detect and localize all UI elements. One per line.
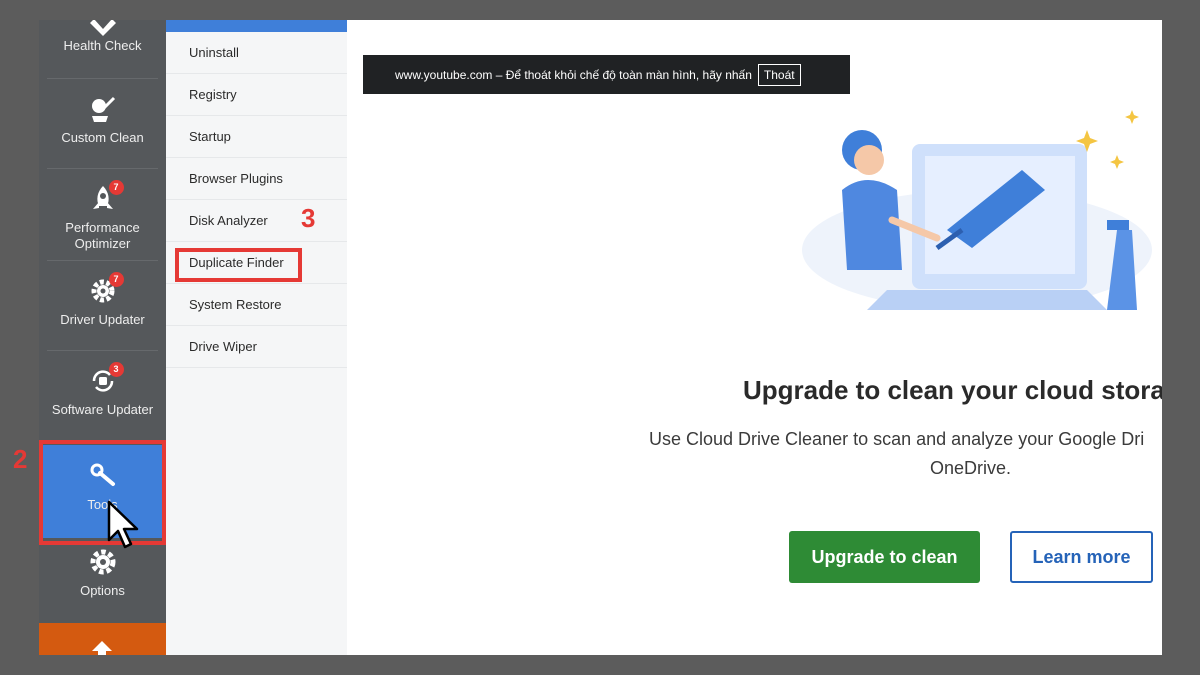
sidebar-item-driver-updater[interactable]: 7 Driver Updater bbox=[39, 272, 166, 336]
highlight-box-duplicate-finder bbox=[175, 248, 302, 282]
notification-badge: 3 bbox=[108, 362, 124, 377]
sidebar-item-health-check[interactable]: Health Check bbox=[39, 20, 166, 64]
upgrade-to-clean-button[interactable]: Upgrade to clean bbox=[789, 531, 980, 583]
sidebar-item-label: Options bbox=[80, 583, 125, 598]
submenu-item-drive-wiper[interactable]: Drive Wiper bbox=[166, 326, 347, 368]
submenu-item-disk-analyzer[interactable]: Disk Analyzer bbox=[166, 200, 347, 242]
arrow-up-icon bbox=[92, 641, 112, 655]
gear-icon: 7 bbox=[88, 272, 124, 306]
submenu-item-startup[interactable]: Startup bbox=[166, 116, 347, 158]
settings-icon bbox=[88, 547, 118, 577]
fullscreen-banner-text: www.youtube.com – Để thoát khỏi chế độ t… bbox=[395, 67, 752, 82]
submenu-item-uninstall[interactable]: Uninstall bbox=[166, 32, 347, 74]
sidebar-item-label: Custom Clean bbox=[61, 130, 144, 145]
main-content: www.youtube.com – Để thoát khỏi chế độ t… bbox=[347, 20, 1162, 655]
promo-description-line2: OneDrive. bbox=[930, 458, 1012, 478]
fullscreen-banner: www.youtube.com – Để thoát khỏi chế độ t… bbox=[363, 55, 850, 94]
divider bbox=[47, 350, 158, 351]
sidebar-item-software-updater[interactable]: 3 Software Updater bbox=[39, 362, 166, 426]
notification-badge: 7 bbox=[108, 272, 124, 287]
sidebar: Health Check Custom Clean 7 Performance … bbox=[39, 20, 166, 655]
sidebar-item-performance-optimizer[interactable]: 7 Performance Optimizer bbox=[39, 180, 166, 254]
submenu-accent-bar bbox=[166, 20, 347, 32]
promo-description: Use Cloud Drive Cleaner to scan and anal… bbox=[649, 429, 1145, 449]
rocket-icon: 7 bbox=[88, 180, 124, 214]
submenu-item-registry[interactable]: Registry bbox=[166, 74, 347, 116]
sidebar-item-label: Software Updater bbox=[51, 402, 154, 417]
mouse-cursor-icon bbox=[107, 500, 139, 549]
exit-fullscreen-button[interactable]: Thoát bbox=[757, 63, 801, 86]
divider bbox=[47, 78, 158, 79]
sidebar-item-options[interactable]: Options bbox=[39, 547, 166, 607]
custom-clean-icon bbox=[88, 94, 118, 124]
sidebar-item-label: Driver Updater bbox=[60, 312, 145, 327]
submenu-item-system-restore[interactable]: System Restore bbox=[166, 284, 347, 326]
cloud-cleaner-illustration bbox=[802, 110, 1152, 310]
learn-more-button[interactable]: Learn more bbox=[1010, 531, 1153, 583]
upgrade-strip[interactable] bbox=[39, 623, 166, 655]
app-window: Health Check Custom Clean 7 Performance … bbox=[39, 20, 1162, 655]
refresh-icon: 3 bbox=[88, 362, 124, 396]
divider bbox=[47, 260, 158, 261]
step-3-label: 3 bbox=[301, 203, 316, 233]
sidebar-item-custom-clean[interactable]: Custom Clean bbox=[39, 94, 166, 154]
notification-badge: 7 bbox=[108, 180, 124, 195]
divider bbox=[47, 168, 158, 169]
health-check-icon bbox=[88, 20, 118, 36]
tools-submenu: Uninstall Registry Startup Browser Plugi… bbox=[166, 20, 348, 655]
sidebar-item-label: Performance Optimizer bbox=[65, 220, 140, 251]
promo-title: Upgrade to clean your cloud stora bbox=[743, 375, 1162, 405]
submenu-item-browser-plugins[interactable]: Browser Plugins bbox=[166, 158, 347, 200]
step-2-label: 2 bbox=[13, 444, 28, 474]
highlight-box-tools bbox=[39, 440, 166, 545]
